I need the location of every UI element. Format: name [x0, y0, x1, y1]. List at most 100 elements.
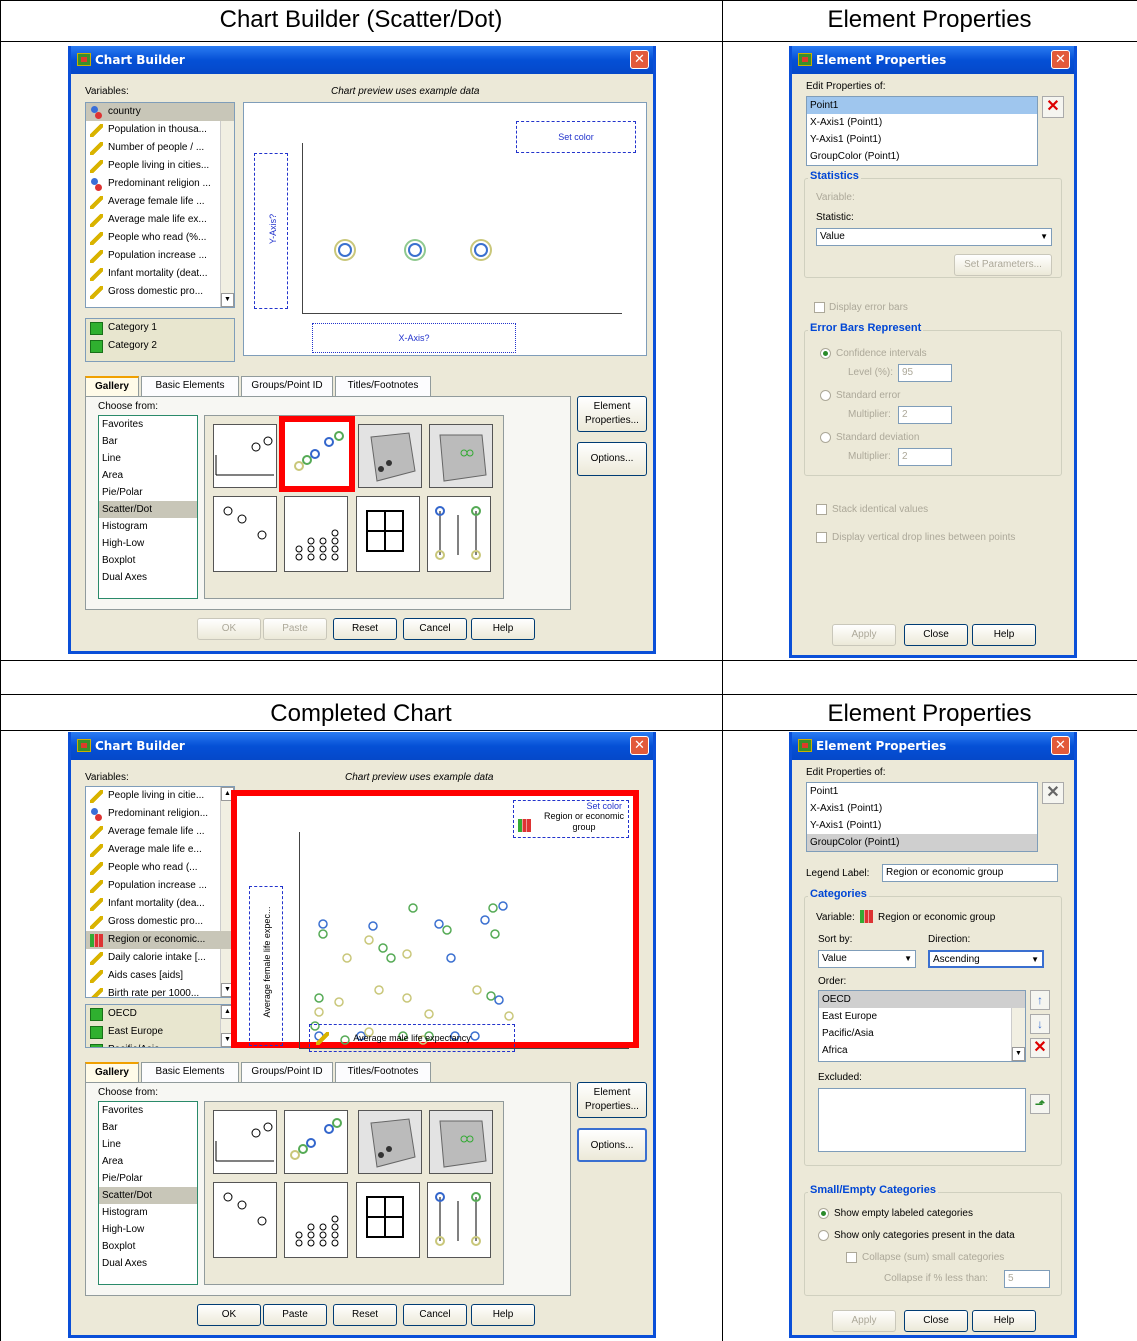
- help-button[interactable]: Help: [471, 1304, 535, 1326]
- sort-by-select[interactable]: Value: [818, 950, 916, 968]
- set-parameters-button[interactable]: Set Parameters...: [954, 254, 1052, 276]
- cancel-button[interactable]: Cancel: [403, 1304, 467, 1326]
- gallery-3d-scatter[interactable]: [358, 424, 422, 488]
- exclude-icon[interactable]: ✕: [1030, 1038, 1050, 1058]
- edit-properties-list[interactable]: Point1 X-Axis1 (Point1) Y-Axis1 (Point1) Gr…: [806, 96, 1038, 166]
- direction-select[interactable]: Ascending: [928, 950, 1044, 968]
- apply-button[interactable]: Apply: [832, 1310, 896, 1332]
- paste-button[interactable]: Paste: [263, 1304, 327, 1326]
- chart-type-item[interactable]: Scatter/Dot: [99, 501, 197, 518]
- order-item[interactable]: Africa: [819, 1042, 1025, 1059]
- standard-error-radio[interactable]: [820, 390, 831, 401]
- variable-item[interactable]: Infant mortality (dea...: [86, 895, 234, 913]
- x-axis-dropzone[interactable]: X-Axis?: [312, 323, 516, 353]
- gallery-grouped-scatter[interactable]: [284, 1110, 348, 1174]
- category-item[interactable]: Category 2: [86, 337, 234, 355]
- chart-type-item[interactable]: High-Low: [99, 1221, 197, 1238]
- y-axis-dropzone[interactable]: Average female life expec...: [249, 886, 283, 1046]
- element-item[interactable]: Y-Axis1 (Point1): [807, 131, 1037, 148]
- tab-basic-elements[interactable]: Basic Elements: [141, 1062, 239, 1082]
- legend-label-input[interactable]: Region or economic group: [882, 864, 1058, 882]
- variable-item[interactable]: Aids cases [aids]: [86, 967, 234, 985]
- variables-list[interactable]: ▲ ▼ People living in citie... Predominant …: [85, 786, 235, 998]
- cancel-button[interactable]: Cancel: [403, 618, 467, 640]
- gallery-3d-grouped-scatter[interactable]: [429, 1110, 493, 1174]
- ok-button[interactable]: OK: [197, 618, 261, 640]
- chart-type-item[interactable]: Histogram: [99, 518, 197, 535]
- edit-properties-list[interactable]: Point1 X-Axis1 (Point1) Y-Axis1 (Point1) Gr…: [806, 782, 1038, 852]
- delete-element-icon[interactable]: ✕: [1042, 782, 1064, 804]
- gallery-3d-scatter[interactable]: [358, 1110, 422, 1174]
- apply-button[interactable]: Apply: [832, 624, 896, 646]
- element-item[interactable]: GroupColor (Point1): [807, 148, 1037, 165]
- show-only-radio[interactable]: [818, 1230, 829, 1241]
- y-axis-dropzone[interactable]: Y-Axis?: [254, 153, 288, 309]
- chart-type-item[interactable]: Pie/Polar: [99, 1170, 197, 1187]
- drop-lines-checkbox[interactable]: [816, 532, 827, 543]
- chart-type-item[interactable]: Favorites: [99, 1102, 197, 1119]
- variable-item[interactable]: Population in thousa...: [86, 121, 234, 139]
- variable-item[interactable]: Number of people / ...: [86, 139, 234, 157]
- chart-preview-canvas[interactable]: Set color Y-Axis? X-Axis?: [243, 102, 647, 356]
- category-item[interactable]: East Europe: [86, 1023, 234, 1041]
- chart-type-item[interactable]: Bar: [99, 433, 197, 450]
- chart-type-item[interactable]: Scatter/Dot: [99, 1187, 197, 1204]
- chart-type-item[interactable]: Area: [99, 1153, 197, 1170]
- gallery-drop-line[interactable]: [427, 496, 491, 572]
- tab-groups-point-id[interactable]: Groups/Point ID: [241, 376, 333, 396]
- options-button[interactable]: Options...: [577, 1128, 647, 1162]
- help-button[interactable]: Help: [972, 624, 1036, 646]
- variable-item[interactable]: Infant mortality (deat...: [86, 265, 234, 283]
- gallery-summary-scatter[interactable]: [213, 496, 277, 572]
- element-item[interactable]: Y-Axis1 (Point1): [807, 817, 1037, 834]
- variable-item[interactable]: Average male life ex...: [86, 211, 234, 229]
- chart-type-item[interactable]: Dual Axes: [99, 569, 197, 586]
- chart-type-item[interactable]: Boxplot: [99, 1238, 197, 1255]
- variable-item[interactable]: Predominant religion ...: [86, 175, 234, 193]
- set-color-dropzone[interactable]: Set color Region or economic group: [513, 800, 629, 838]
- variable-item[interactable]: Predominant religion...: [86, 805, 234, 823]
- variable-item[interactable]: Region or economic...: [86, 931, 234, 949]
- variables-list[interactable]: ▲▼ countryPopulation in thousa...Number …: [85, 102, 235, 308]
- variable-item[interactable]: Gross domestic pro...: [86, 283, 234, 301]
- variable-item[interactable]: People living in cities...: [86, 157, 234, 175]
- tab-gallery[interactable]: Gallery: [85, 1062, 139, 1082]
- order-item[interactable]: East Europe: [819, 1008, 1025, 1025]
- gallery-drop-line[interactable]: [427, 1182, 491, 1258]
- element-item[interactable]: Point1: [807, 97, 1037, 114]
- display-error-bars-checkbox[interactable]: [814, 302, 825, 313]
- gallery-dot-plot[interactable]: [284, 496, 348, 572]
- chart-type-item[interactable]: Line: [99, 1136, 197, 1153]
- confidence-intervals-radio[interactable]: [820, 348, 831, 359]
- paste-button[interactable]: Paste: [263, 618, 327, 640]
- close-icon[interactable]: ✕: [630, 736, 649, 755]
- category-item[interactable]: OECD: [86, 1005, 234, 1023]
- show-empty-radio[interactable]: [818, 1208, 829, 1219]
- element-properties-button[interactable]: Element Properties...: [577, 1082, 647, 1118]
- variable-item[interactable]: Average female life ...: [86, 823, 234, 841]
- gallery-simple-scatter[interactable]: [213, 1110, 277, 1174]
- gallery-dot-plot[interactable]: [284, 1182, 348, 1258]
- close-button[interactable]: Close: [904, 1310, 968, 1332]
- element-item[interactable]: X-Axis1 (Point1): [807, 800, 1037, 817]
- categories-list[interactable]: ▲▼ OECDEast EuropePacific/Asia: [85, 1004, 235, 1048]
- order-list[interactable]: ▲▼ OECDEast EuropePacific/AsiaAfrica: [818, 990, 1026, 1062]
- gallery-simple-scatter[interactable]: [213, 424, 277, 488]
- excluded-list[interactable]: [818, 1088, 1026, 1152]
- variable-item[interactable]: Average male life e...: [86, 841, 234, 859]
- variable-item[interactable]: Gross domestic pro...: [86, 913, 234, 931]
- delete-element-icon[interactable]: ✕: [1042, 96, 1064, 118]
- level-input[interactable]: 95: [898, 364, 952, 382]
- variable-item[interactable]: Population increase ...: [86, 247, 234, 265]
- chart-type-list[interactable]: Favorites Bar Line Area Pie/Polar Scatter/Dot…: [98, 415, 198, 599]
- move-up-icon[interactable]: ↑: [1030, 990, 1050, 1010]
- chart-type-item[interactable]: Area: [99, 467, 197, 484]
- options-button[interactable]: Options...: [577, 442, 647, 476]
- gallery-3d-grouped-scatter[interactable]: [429, 424, 493, 488]
- collapse-checkbox[interactable]: [846, 1252, 857, 1263]
- gallery-scatterplot-matrix[interactable]: [356, 496, 420, 572]
- gallery-summary-scatter[interactable]: [213, 1182, 277, 1258]
- close-button[interactable]: Close: [904, 624, 968, 646]
- variable-item[interactable]: Population increase ...: [86, 877, 234, 895]
- variable-item[interactable]: People who read (%...: [86, 229, 234, 247]
